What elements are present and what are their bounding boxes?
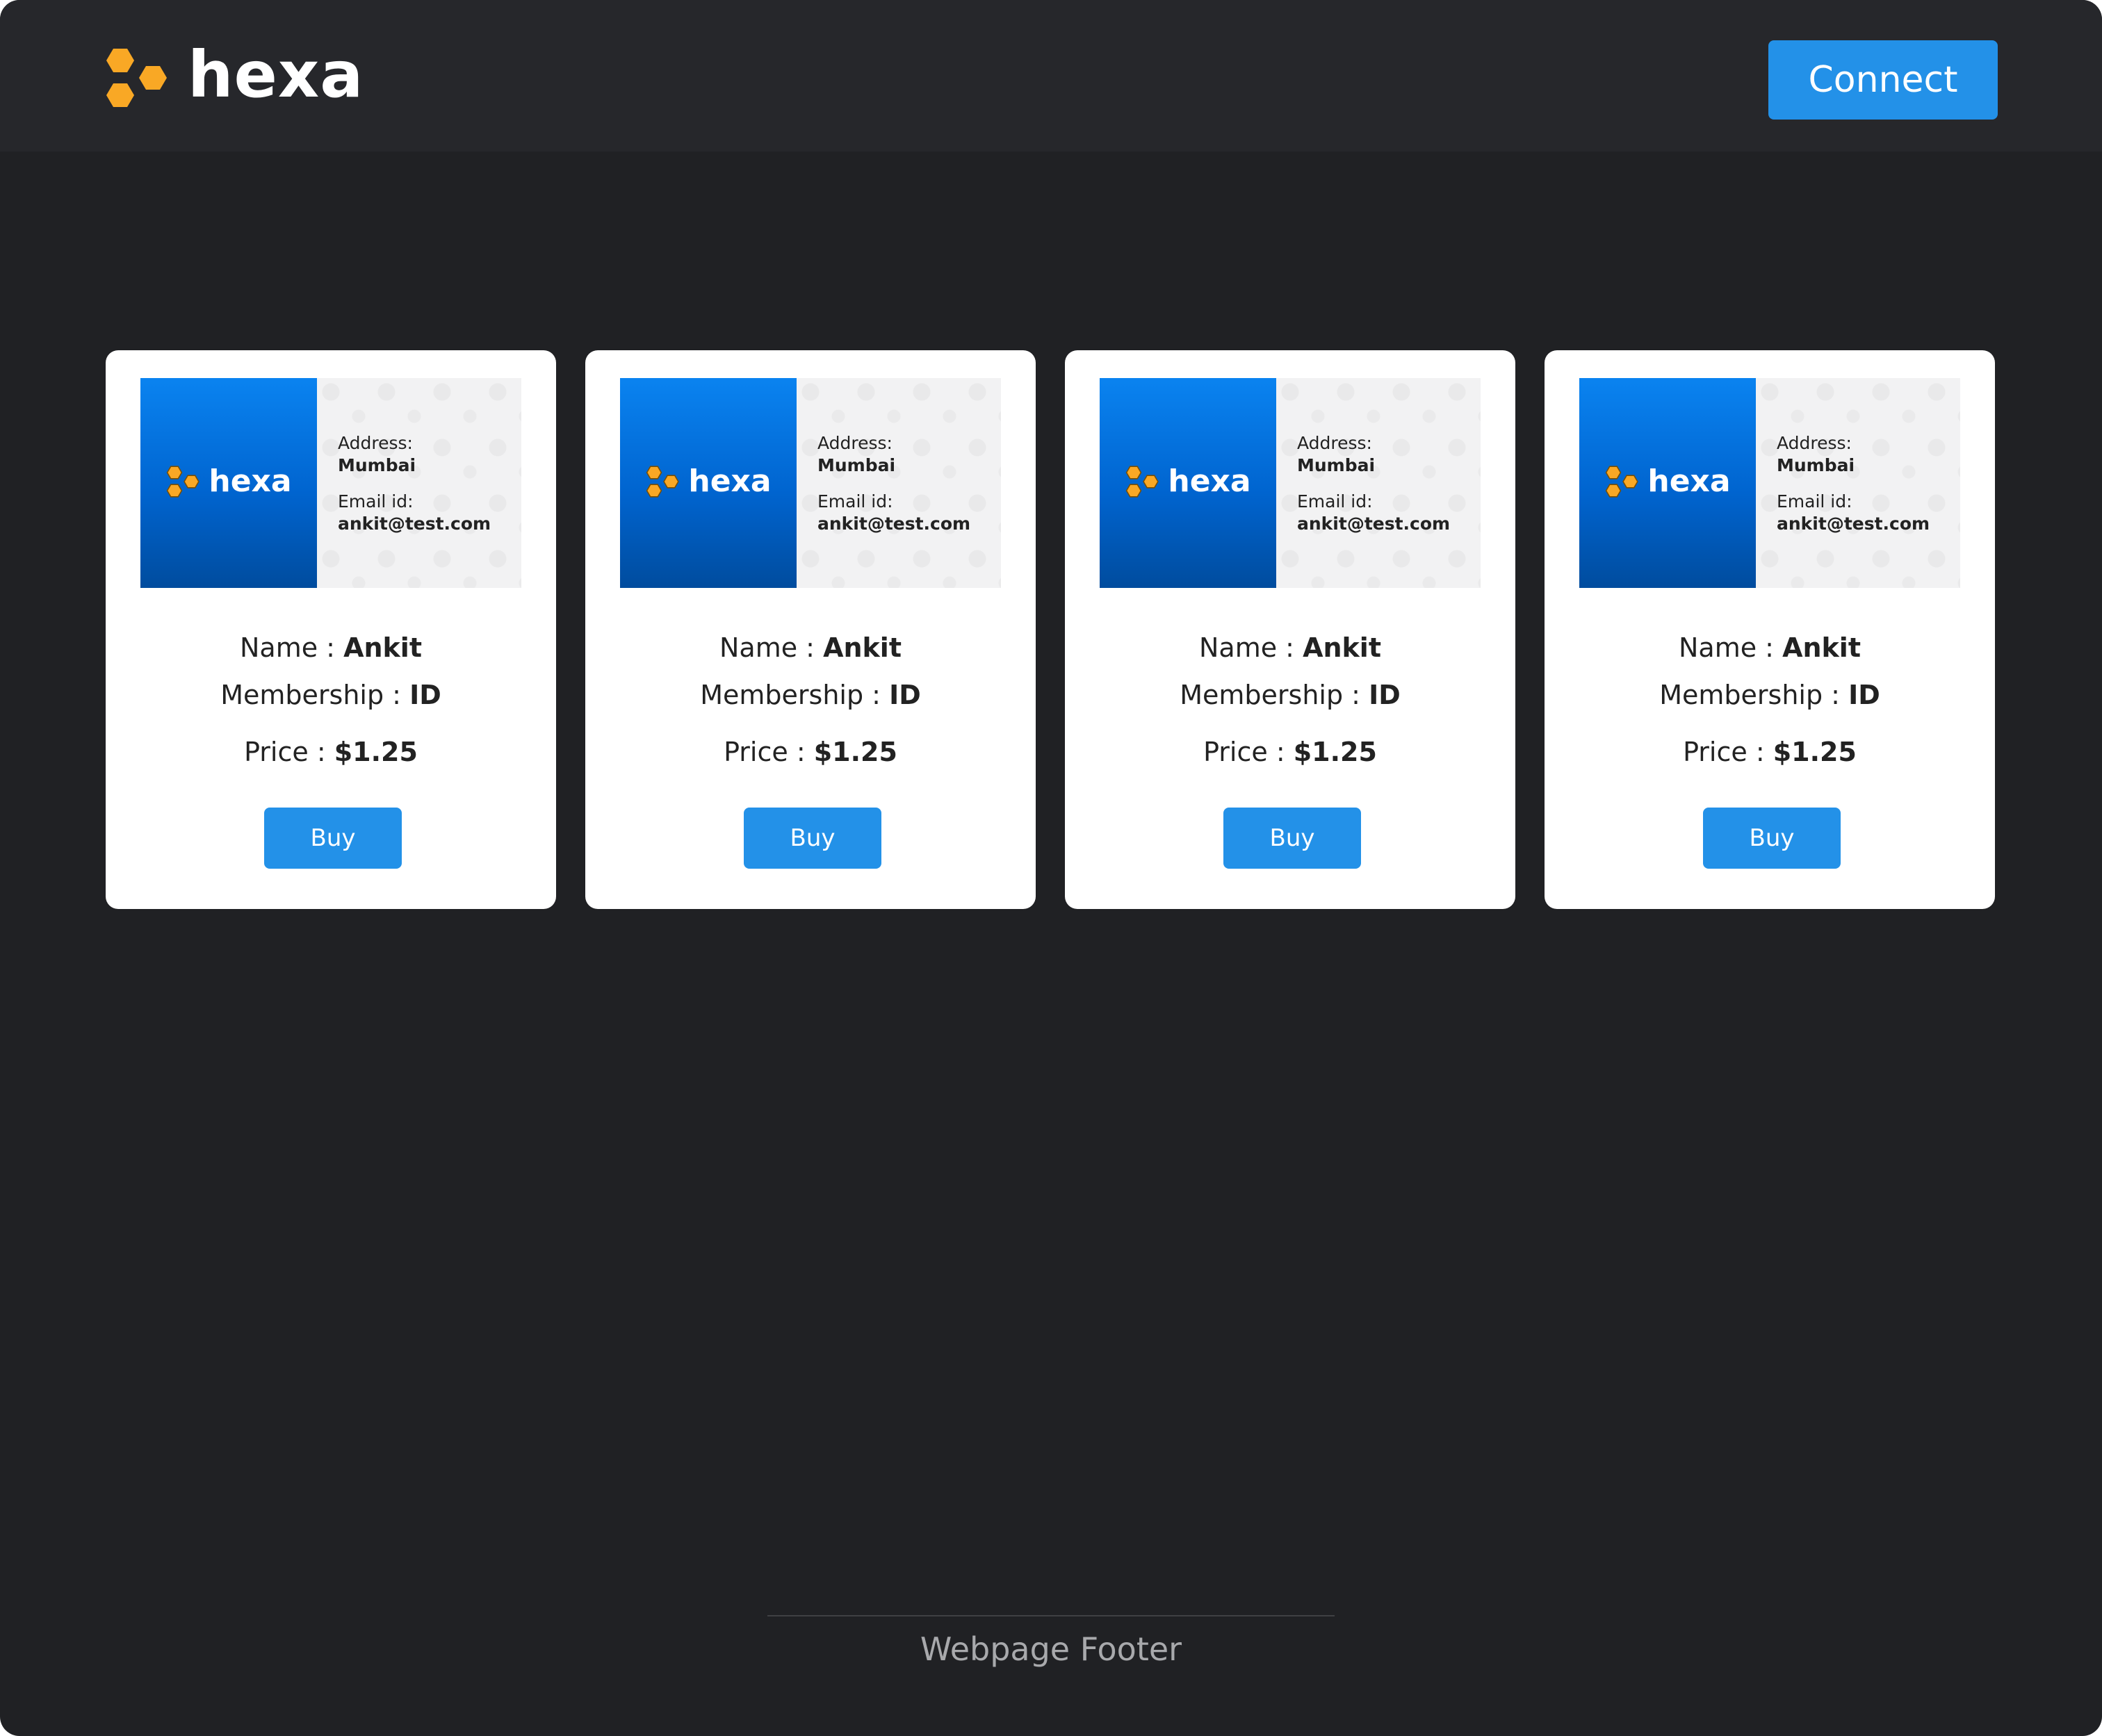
- member-name: Name : Ankit: [1065, 632, 1515, 663]
- email-value: ankit@test.com: [338, 514, 491, 534]
- business-card-brand-panel: hexa: [1100, 378, 1276, 588]
- brand-name: hexa: [188, 38, 364, 112]
- address-value: Mumbai: [1297, 455, 1376, 475]
- email-label: Email id:: [1297, 491, 1373, 511]
- business-card-details: Address: Mumbai Email id: ankit@test.com: [317, 378, 521, 588]
- email-label: Email id:: [817, 491, 893, 511]
- page-footer: Webpage Footer: [920, 1630, 1182, 1668]
- name-value: Ankit: [823, 632, 902, 663]
- buy-button[interactable]: Buy: [264, 808, 402, 869]
- email-label: Email id:: [338, 491, 414, 511]
- business-card-brand-panel: hexa: [140, 378, 317, 588]
- navbar: hexa Connect: [0, 0, 2102, 152]
- address-value: Mumbai: [1777, 455, 1855, 475]
- hexagon-cluster-icon: [645, 464, 681, 502]
- connect-button[interactable]: Connect: [1768, 40, 1998, 120]
- membership-value: ID: [409, 680, 441, 710]
- member-name: Name : Ankit: [1545, 632, 1995, 663]
- member-name: Name : Ankit: [585, 632, 1036, 663]
- membership-card: hexa Address: Mumbai Email id: ankit@tes…: [106, 350, 556, 909]
- brand-logo[interactable]: hexa: [103, 43, 364, 113]
- business-card-image: hexa Address: Mumbai Email id: ankit@tes…: [1100, 378, 1481, 588]
- business-card-details: Address: Mumbai Email id: ankit@test.com: [797, 378, 1001, 588]
- price-label: Price :: [724, 737, 814, 767]
- buy-button[interactable]: Buy: [1703, 808, 1841, 869]
- business-card-brand-panel: hexa: [620, 378, 797, 588]
- price-value: $1.25: [813, 737, 897, 767]
- membership-card: hexa Address: Mumbai Email id: ankit@tes…: [1545, 350, 1995, 909]
- business-card-details: Address: Mumbai Email id: ankit@test.com: [1756, 378, 1960, 588]
- email-label: Email id:: [1777, 491, 1852, 511]
- hexagon-cluster-icon: [165, 464, 202, 502]
- membership-type: Membership : ID: [106, 680, 556, 710]
- member-name: Name : Ankit: [106, 632, 556, 663]
- membership-label: Membership :: [1659, 680, 1849, 710]
- buy-button[interactable]: Buy: [1223, 808, 1361, 869]
- membership-value: ID: [889, 680, 921, 710]
- hexagon-cluster-icon: [103, 43, 172, 113]
- price-label: Price :: [244, 737, 334, 767]
- business-card-logo: hexa: [1604, 464, 1731, 502]
- email-value: ankit@test.com: [1777, 514, 1930, 534]
- membership-card: hexa Address: Mumbai Email id: ankit@tes…: [585, 350, 1036, 909]
- membership-type: Membership : ID: [1065, 680, 1515, 710]
- price-value: $1.25: [334, 737, 418, 767]
- address-label: Address:: [817, 433, 893, 453]
- price-label: Price :: [1203, 737, 1294, 767]
- membership-value: ID: [1848, 680, 1880, 710]
- name-label: Name :: [239, 632, 344, 663]
- hexagon-cluster-icon: [1125, 464, 1161, 502]
- address-value: Mumbai: [338, 455, 416, 475]
- price-value: $1.25: [1773, 737, 1857, 767]
- name-value: Ankit: [343, 632, 422, 663]
- name-value: Ankit: [1782, 632, 1861, 663]
- price: Price : $1.25: [1545, 737, 1995, 767]
- business-card-image: hexa Address: Mumbai Email id: ankit@tes…: [140, 378, 521, 588]
- name-label: Name :: [719, 632, 824, 663]
- footer-divider: [767, 1615, 1335, 1616]
- membership-label: Membership :: [700, 680, 890, 710]
- business-card-logo: hexa: [165, 464, 292, 502]
- email-value: ankit@test.com: [1297, 514, 1451, 534]
- price: Price : $1.25: [106, 737, 556, 767]
- business-card-brand-name: hexa: [688, 464, 772, 499]
- price-label: Price :: [1683, 737, 1773, 767]
- business-card-brand-name: hexa: [1647, 464, 1731, 499]
- membership-label: Membership :: [1180, 680, 1369, 710]
- buy-button[interactable]: Buy: [744, 808, 881, 869]
- address-label: Address:: [1777, 433, 1852, 453]
- name-label: Name :: [1198, 632, 1303, 663]
- membership-type: Membership : ID: [1545, 680, 1995, 710]
- price: Price : $1.25: [585, 737, 1036, 767]
- address-label: Address:: [1297, 433, 1372, 453]
- email-value: ankit@test.com: [817, 514, 971, 534]
- name-value: Ankit: [1303, 632, 1381, 663]
- business-card-brand-name: hexa: [1168, 464, 1251, 499]
- membership-value: ID: [1369, 680, 1401, 710]
- address-label: Address:: [338, 433, 413, 453]
- address-value: Mumbai: [817, 455, 896, 475]
- app-frame: hexa Connect hexa Address: Mumbai Email …: [0, 0, 2102, 1736]
- hexagon-cluster-icon: [1604, 464, 1640, 502]
- price-value: $1.25: [1293, 737, 1377, 767]
- business-card-logo: hexa: [1125, 464, 1251, 502]
- business-card-details: Address: Mumbai Email id: ankit@test.com: [1276, 378, 1481, 588]
- name-label: Name :: [1678, 632, 1783, 663]
- membership-label: Membership :: [220, 680, 410, 710]
- business-card-brand-name: hexa: [209, 464, 292, 499]
- business-card-logo: hexa: [645, 464, 772, 502]
- business-card-image: hexa Address: Mumbai Email id: ankit@tes…: [1579, 378, 1960, 588]
- business-card-brand-panel: hexa: [1579, 378, 1756, 588]
- business-card-image: hexa Address: Mumbai Email id: ankit@tes…: [620, 378, 1001, 588]
- membership-card-list: hexa Address: Mumbai Email id: ankit@tes…: [106, 350, 1995, 909]
- membership-type: Membership : ID: [585, 680, 1036, 710]
- membership-card: hexa Address: Mumbai Email id: ankit@tes…: [1065, 350, 1515, 909]
- price: Price : $1.25: [1065, 737, 1515, 767]
